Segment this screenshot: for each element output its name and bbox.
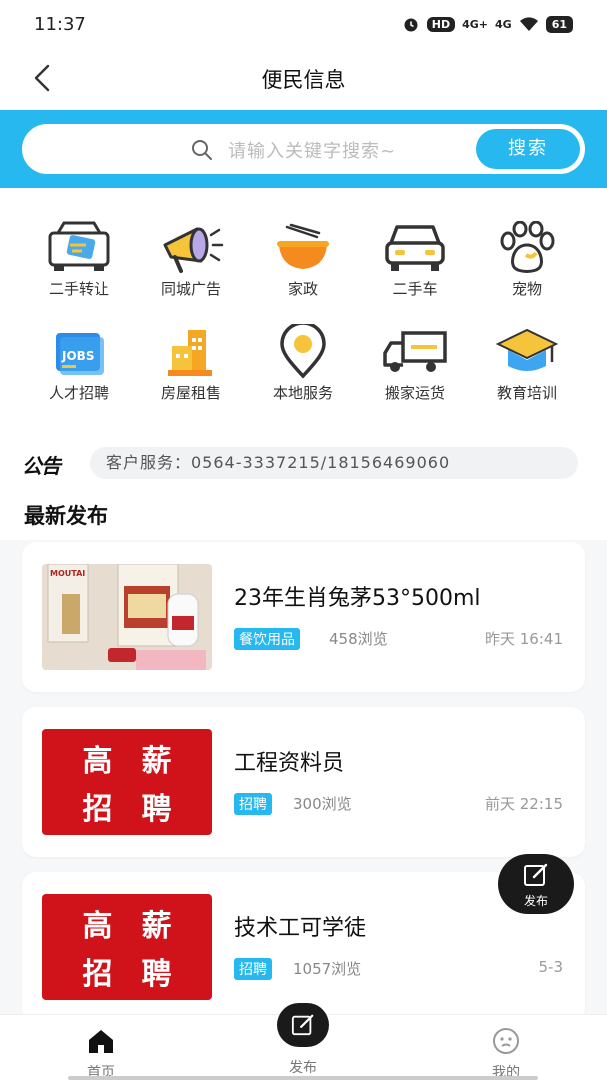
wifi-icon [519,17,538,31]
page-title: 便民信息 [261,68,346,92]
category-label: 教育培训 [496,384,557,402]
megaphone-icon [163,227,224,273]
category-pets[interactable]: 宠物 [471,218,583,299]
category-label: 人才招聘 [48,384,109,402]
category-label: 房屋租售 [160,384,221,402]
thumb-char: 招 [82,957,113,992]
category-education[interactable]: 教育培训 [471,322,583,403]
section-title: 最新发布 [24,504,108,528]
category-grid: 二手转让 同城广告 家政 二手车 宠物 JOBS 人才招聘 房屋租售 本地服务 … [0,188,607,440]
thumb-char: 高 [82,744,113,779]
post-thumbnail: 高 薪 招 聘 [42,894,212,1000]
category-label: 同城广告 [160,280,221,298]
thumb-char: 高 [82,909,113,944]
alarm-icon [404,18,418,32]
svg-text:JOBS: JOBS [61,349,94,363]
post-date: 前天 22:15 [485,795,563,813]
car-icon [385,225,445,271]
thumb-char: 聘 [141,792,172,827]
category-moving[interactable]: 搬家运货 [359,322,471,403]
search-button[interactable]: 搜索 [476,129,580,169]
category-label: 家政 [287,280,318,298]
post-date: 昨天 16:41 [485,630,563,648]
home-icon [89,1030,113,1053]
post-category-badge: 招聘 [234,793,272,815]
post-card[interactable]: MOUTAI 23年生肖兔茅53°500ml 餐饮用品 458浏览 昨天 16:… [22,542,585,692]
thumb-char: 薪 [141,744,172,779]
category-local-service[interactable]: 本地服务 [247,322,359,403]
category-label: 二手转让 [48,280,109,298]
post-category-badge: 招聘 [234,958,272,980]
tab-publish[interactable]: 发布 [243,1003,363,1077]
transfer-icon [48,221,110,271]
notice-bar: 公告 客户服务：0564-3337215/18156469060 [0,440,607,488]
truck-icon [383,331,447,372]
post-views: 458浏览 [329,630,388,648]
tab-mine[interactable]: 我的 [446,1015,566,1080]
tab-home[interactable]: 首页 [41,1015,161,1080]
post-views: 300浏览 [293,795,352,813]
search-input[interactable]: 请输入关键字搜索~ 搜索 [22,124,585,174]
nav-bar: 便民信息 [0,50,607,110]
thumb-char: 聘 [141,957,172,992]
post-thumbnail: MOUTAI [42,564,212,670]
network-label-1: 4G+ [462,17,488,31]
category-label: 二手车 [392,280,438,298]
publish-fab-label: 发布 [523,894,548,908]
status-bar: 11:37 HD 4G+ 4G 61 [0,0,607,50]
tab-bar: 首页 发布 我的 [0,1003,607,1080]
post-views: 1057浏览 [293,960,362,978]
section-header: 最新发布 [0,488,607,540]
paw-icon [500,221,555,273]
search-placeholder: 请输入关键字搜索~ [228,141,397,162]
battery-indicator: 61 [545,15,573,33]
tab-label: 发布 [289,1060,317,1076]
jobs-icon: JOBS [56,333,104,375]
thumb-char: 薪 [141,909,172,944]
search-icon [192,140,212,160]
category-second-hand[interactable]: 二手转让 [23,218,135,299]
search-band: 请输入关键字搜索~ 搜索 [0,110,607,188]
smiley-icon [493,1028,519,1054]
graduation-cap-icon [495,328,559,371]
post-card[interactable]: 高 薪 招 聘 工程资料员 招聘 300浏览 前天 22:15 [22,707,585,857]
post-title: 技术工可学徒 [234,916,367,941]
edit-icon [524,863,548,886]
category-housekeeping[interactable]: 家政 [247,218,359,299]
thumb-brand-text: MOUTAI [50,569,85,578]
notice-tag: 公告 [22,454,61,478]
status-icons: HD 4G+ 4G 61 [402,15,573,33]
category-label: 本地服务 [272,384,333,402]
publish-fab[interactable]: 发布 [498,854,574,914]
thumb-char: 招 [82,792,113,827]
post-title: 23年生肖兔茅53°500ml [234,586,481,611]
bowl-icon [277,223,329,269]
status-time: 11:37 [34,14,86,35]
category-label: 搬家运货 [384,384,445,402]
post-title: 工程资料员 [234,751,345,776]
post-thumbnail: 高 薪 招 聘 [42,729,212,835]
edit-icon [291,1014,314,1036]
home-indicator [68,1076,538,1080]
hd-badge: HD [426,16,456,32]
category-used-car[interactable]: 二手车 [359,218,471,299]
location-icon [280,324,326,379]
network-label-2: 4G [495,17,512,31]
moutai-photo: MOUTAI [42,564,212,670]
category-jobs[interactable]: JOBS 人才招聘 [23,322,135,403]
post-date: 5-3 [538,958,564,976]
category-label: 宠物 [511,280,542,298]
publish-center-button[interactable] [277,1003,329,1047]
post-category-badge: 餐饮用品 [234,628,300,650]
category-local-ads[interactable]: 同城广告 [135,218,247,299]
house-icon [168,330,212,376]
category-housing[interactable]: 房屋租售 [135,322,247,403]
notice-text[interactable]: 客户服务：0564-3337215/18156469060 [90,447,578,479]
